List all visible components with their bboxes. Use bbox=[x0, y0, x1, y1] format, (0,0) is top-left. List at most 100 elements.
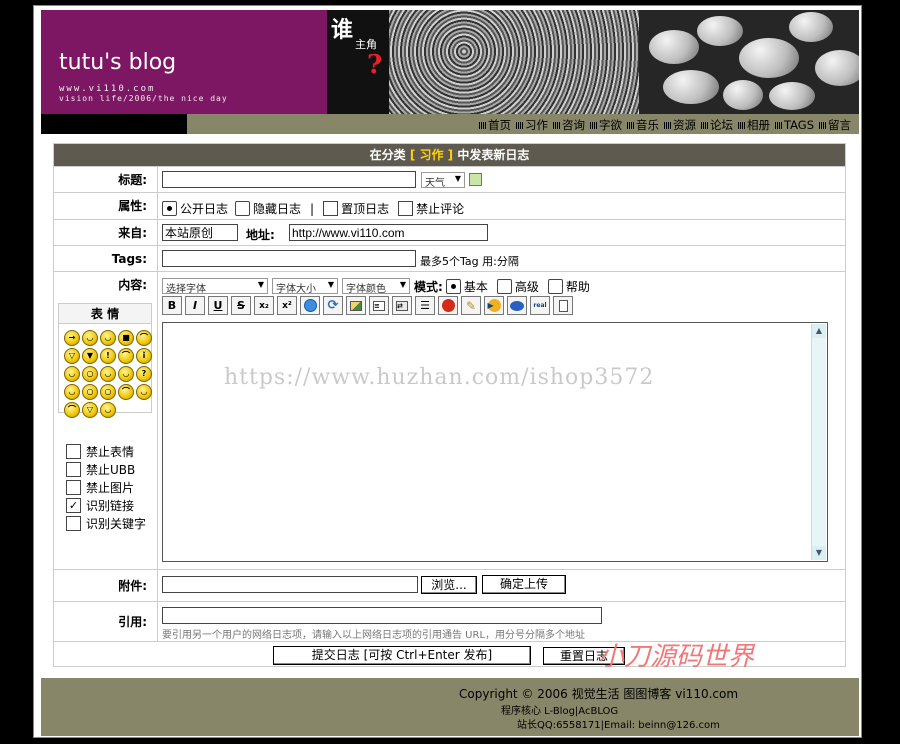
real-player-button[interactable]: real bbox=[530, 296, 550, 315]
mode-help-radio[interactable] bbox=[547, 279, 563, 294]
nav-item-consult[interactable]: 咨询 bbox=[549, 117, 585, 133]
email-link-button[interactable]: ⟳ bbox=[323, 296, 343, 315]
sticky-checkbox[interactable] bbox=[323, 201, 339, 216]
emoticon-shock-icon[interactable]: ○ bbox=[100, 384, 116, 400]
nav-item-music[interactable]: 音乐 bbox=[623, 117, 659, 133]
option-checkbox[interactable] bbox=[66, 461, 81, 477]
strikethrough-button[interactable]: S bbox=[231, 296, 251, 315]
public-radio[interactable] bbox=[162, 201, 177, 216]
media-button[interactable]: ✎ bbox=[461, 296, 481, 315]
submit-button[interactable]: 提交日志 [可按 Ctrl+Enter 发布] bbox=[273, 646, 531, 665]
font-select[interactable]: 选择字体 bbox=[162, 278, 268, 295]
nav-item-album[interactable]: 相册 bbox=[734, 117, 770, 133]
option-detect-links[interactable]: ✓ 识别链接 bbox=[66, 496, 146, 514]
media-icon: ✎ bbox=[465, 298, 477, 313]
emoticon-unhappy-icon[interactable]: ⌒ bbox=[118, 384, 134, 400]
emoticon-cool-icon[interactable]: ■ bbox=[118, 330, 134, 346]
emoticon-surprise-icon[interactable]: ○ bbox=[82, 366, 98, 382]
list-button[interactable]: ☰ bbox=[415, 296, 435, 315]
code-button[interactable]: ⇄ bbox=[392, 296, 412, 315]
editor-scrollbar[interactable]: ▲ ▼ bbox=[811, 324, 826, 560]
emoticon-evil-icon[interactable]: ◡ bbox=[118, 366, 134, 382]
emoticon-laugh-icon[interactable]: ◡ bbox=[64, 366, 80, 382]
mode-advanced-radio[interactable] bbox=[496, 279, 512, 294]
option-checkbox[interactable]: ✓ bbox=[66, 497, 81, 513]
weather-image-icon[interactable] bbox=[469, 173, 482, 186]
bold-button[interactable]: B bbox=[162, 296, 182, 315]
emoticon-wink-icon[interactable]: ◡ bbox=[100, 402, 116, 418]
subscript-button[interactable]: x₂ bbox=[254, 296, 274, 315]
scroll-up-icon[interactable]: ▲ bbox=[812, 324, 826, 338]
option-no-ubb[interactable]: 禁止UBB bbox=[66, 460, 146, 478]
blog-logo[interactable]: tutu's blog www.vi110.com vision life/20… bbox=[41, 10, 327, 114]
emoticon-idea-icon[interactable]: ǐ bbox=[136, 348, 152, 364]
emoticon-smile-icon[interactable]: ◡ bbox=[82, 330, 98, 346]
emoticon-arrow-icon[interactable]: → bbox=[64, 330, 80, 346]
nav-label: 首页 bbox=[487, 118, 511, 132]
emoticon-cry-icon[interactable]: ⌒ bbox=[64, 402, 80, 418]
emoticon-question-icon[interactable]: ? bbox=[136, 366, 152, 382]
tags-input[interactable] bbox=[162, 250, 416, 267]
option-detect-keywords[interactable]: 识别关键字 bbox=[66, 514, 146, 532]
option-checkbox[interactable] bbox=[66, 443, 81, 459]
emoticon-exclaim-icon[interactable]: ! bbox=[100, 348, 116, 364]
emoticon-happy-icon[interactable]: ◡ bbox=[136, 384, 152, 400]
emoticon-tongue-icon[interactable]: ◡ bbox=[64, 384, 80, 400]
nav-item-home[interactable]: 首页 bbox=[475, 117, 511, 133]
new-page-button[interactable] bbox=[553, 296, 573, 315]
source-row: 来自: 地址: bbox=[54, 219, 845, 245]
trackback-input[interactable] bbox=[162, 607, 602, 624]
who-panel: 谁 主角 ? bbox=[327, 10, 389, 114]
main-nav: 首页 习作 咨询 字欲 音乐 资源 论坛 相册 TAGS 留言 bbox=[475, 117, 851, 133]
emoticon-frown-icon[interactable]: ⌒ bbox=[136, 330, 152, 346]
quote-button[interactable]: ≡ bbox=[369, 296, 389, 315]
emoticon-grin-icon[interactable]: ◡ bbox=[100, 330, 116, 346]
no-comment-checkbox[interactable] bbox=[398, 201, 414, 216]
nav-item-forum[interactable]: 论坛 bbox=[697, 117, 733, 133]
title-input[interactable] bbox=[162, 171, 416, 188]
quicktime-button[interactable] bbox=[507, 296, 527, 315]
italic-button[interactable]: I bbox=[185, 296, 205, 315]
no-comment-label: 禁止评论 bbox=[416, 202, 465, 216]
nav-item-guestbook[interactable]: 留言 bbox=[815, 117, 851, 133]
font-size-select[interactable]: 字体大小 bbox=[272, 278, 338, 295]
superscript-button[interactable]: x² bbox=[277, 296, 297, 315]
content-editor[interactable]: ▲ ▼ bbox=[162, 322, 828, 562]
emoticon-pig-icon[interactable]: ○ bbox=[82, 384, 98, 400]
flash-button[interactable] bbox=[438, 296, 458, 315]
scroll-down-icon[interactable]: ▼ bbox=[812, 546, 826, 560]
address-input[interactable] bbox=[289, 224, 488, 241]
underline-button[interactable]: U bbox=[208, 296, 228, 315]
mode-basic-radio[interactable] bbox=[445, 279, 461, 294]
header-category[interactable]: [ 习作 ] bbox=[410, 148, 453, 162]
emoticon-sad-icon[interactable]: ⌒ bbox=[118, 348, 134, 364]
windows-media-button[interactable]: ▶ bbox=[484, 296, 504, 315]
page-frame: tutu's blog www.vi110.com vision life/20… bbox=[33, 5, 862, 738]
option-checkbox[interactable] bbox=[66, 479, 81, 495]
emoticon-devil-icon[interactable]: ▼ bbox=[82, 348, 98, 364]
attachment-file-input[interactable] bbox=[162, 576, 418, 593]
blog-tagline: vision life/2006/the nice day bbox=[59, 94, 228, 103]
nav-item-tags[interactable]: TAGS bbox=[771, 117, 814, 133]
insert-image-button[interactable] bbox=[346, 296, 366, 315]
mode-basic-label: 基本 bbox=[463, 280, 488, 294]
emoticon-sick-icon[interactable]: ◡ bbox=[100, 366, 116, 382]
source-input[interactable] bbox=[162, 224, 238, 241]
option-checkbox[interactable] bbox=[66, 515, 81, 531]
emoticon-mad-icon[interactable]: ▽ bbox=[82, 402, 98, 418]
nav-item-desire[interactable]: 字欲 bbox=[586, 117, 622, 133]
nav-item-resources[interactable]: 资源 bbox=[660, 117, 696, 133]
link-button[interactable] bbox=[300, 296, 320, 315]
browse-button[interactable]: 浏览... bbox=[421, 576, 477, 594]
content-label-cell: 内容: 表 情 → ◡ ◡ ■ ⌒ ▽ ▼ ! ⌒ ǐ ◡ ○ ◡ ◡ ? ◡ … bbox=[54, 272, 158, 569]
nav-item-writing[interactable]: 习作 bbox=[512, 117, 548, 133]
upload-button[interactable]: 确定上传 bbox=[482, 575, 566, 594]
weather-select[interactable]: 天气 bbox=[421, 172, 465, 189]
header-suffix: 中发表新日志 bbox=[457, 148, 530, 162]
option-no-emoticon[interactable]: 禁止表情 bbox=[66, 442, 146, 460]
font-color-select[interactable]: 字体颜色 bbox=[342, 278, 410, 295]
option-no-image[interactable]: 禁止图片 bbox=[66, 478, 146, 496]
hidden-radio[interactable] bbox=[235, 201, 251, 216]
nav-dot-icon bbox=[589, 121, 597, 129]
emoticon-angry-icon[interactable]: ▽ bbox=[64, 348, 80, 364]
